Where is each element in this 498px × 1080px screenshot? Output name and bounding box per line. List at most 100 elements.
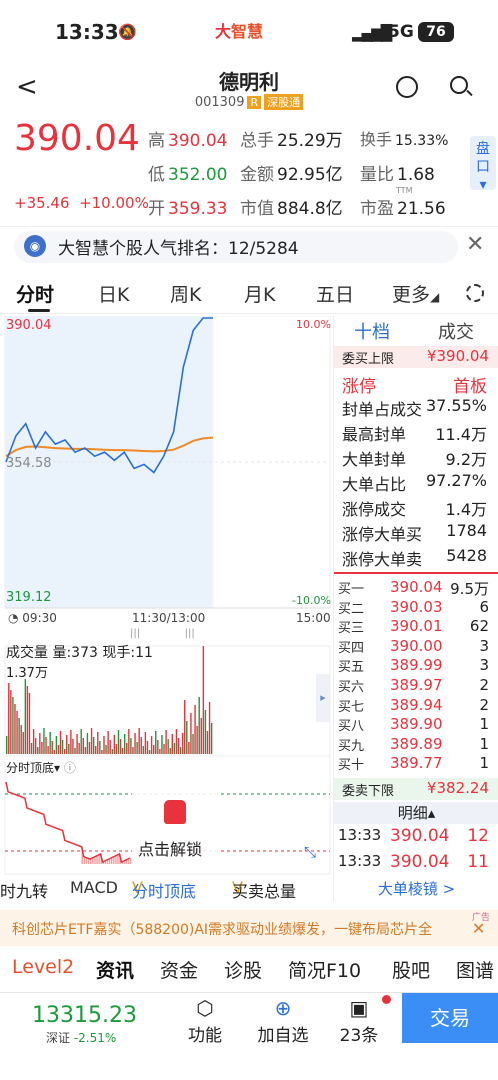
volume-bar [51,741,53,754]
volume-bar [123,734,126,754]
intraday-chart[interactable]: 390.04 354.58 319.12 10.0% -10.0% ◔ 09:3… [0,315,332,878]
volume-bar [26,686,29,754]
time-mid: 11:30/13:00 [132,611,206,625]
big-order-prism-link[interactable]: 大单棱镜 > [334,878,498,899]
bid-level-row[interactable]: 买四 390.00 3 [334,637,498,656]
volume-bar [32,729,35,754]
bid-level-row[interactable]: 买七 389.94 2 [334,696,498,715]
indicator-bar [90,859,92,864]
trade-button[interactable]: 交易 [402,993,498,1043]
volume-bar [14,704,16,754]
seal-stat-row: 涨停大单卖 5428 [342,546,487,569]
volume-bar [161,735,163,754]
tab-daily-k[interactable]: 日K [98,280,129,307]
tab-news[interactable]: 资讯 [96,956,134,983]
bid-level-row[interactable]: 买六 389.97 2 [334,676,498,695]
bid-level-row[interactable]: 买三 390.01 62 [334,617,498,636]
ad-close-icon[interactable]: ✕ [472,919,485,938]
tab-trades[interactable]: 成交 [438,318,474,344]
ad-text[interactable]: 科创芯片ETF嘉实（588200)AI需求驱动业绩爆发，一键布局芯片全 [12,919,452,939]
volume-bar [117,730,120,754]
volume-bar [128,729,130,754]
fullscreen-icon[interactable]: ⤡ [304,843,316,861]
gear-icon[interactable] [466,284,484,302]
volume-bar [39,733,41,754]
indicator-tab-macd[interactable]: MACD [70,878,118,897]
refresh-icon[interactable] [396,76,418,98]
tab-five-day[interactable]: 五日 [316,280,354,307]
pankou-button[interactable]: 盘口 ▾ [470,136,496,193]
tab-graph[interactable]: 图谱 [456,956,494,983]
tab-level2[interactable]: Level2 [12,956,74,978]
indicator-tab-shijiuzhuan[interactable]: 时九转 [0,878,48,902]
bid-level-row[interactable]: 买八 389.90 1 [334,715,498,734]
volume-bar [130,738,132,754]
indicator-bar [113,857,115,864]
volume-bar [113,735,116,754]
chart-tabs: 分时 日K 周K 月K 五日 更多◢ [0,272,498,314]
volume-bar [204,710,207,754]
bid-level-row[interactable]: 买九 389.89 1 [334,735,498,754]
tab-monthly-k[interactable]: 月K [244,280,275,307]
price-change: +35.46 +10.00% [14,194,149,212]
volume-bar [138,728,140,754]
app-logo: 大智慧 [215,22,264,41]
expand-panel-icon[interactable]: ▸ [316,674,330,722]
amount-field: 金额 92.95亿 [240,165,343,185]
owl-icon: ◉ [24,235,46,257]
tab-funds[interactable]: 资金 [160,956,198,983]
search-icon[interactable] [450,76,468,94]
volume-bar [206,731,209,754]
volume-bar [103,736,105,754]
indicator-selector[interactable]: 分时顶底▾ ⓘ [6,759,76,776]
volume-bar [134,733,136,754]
ad-banner[interactable]: 科创芯片ETF嘉实（588200)AI需求驱动业绩爆发，一键布局芯片全 广告 ✕ [0,910,498,946]
bid-level-row[interactable]: 买五 389.99 3 [334,656,498,675]
chart-bottom-price: 319.12 [6,590,52,605]
volume-bar [109,740,111,754]
resize-handle[interactable]: ||| ||| [130,628,195,639]
tab-forum[interactable]: 股吧 [392,956,430,983]
unlock-label[interactable]: 点击解锁 [138,836,202,860]
tab-intraday[interactable]: 分时 [16,280,54,307]
volume-bar [22,732,24,754]
bid-level-row[interactable]: 买十 389.77 1 [334,754,498,773]
detail-header[interactable]: 明细▴ [334,802,498,824]
status-bar: 13:33 🔕 大智慧 ▂▄▆█ 5G 76 [0,0,498,62]
volume-bar [84,747,87,754]
close-icon[interactable]: ✕ [466,232,484,257]
tab-more[interactable]: 更多◢ [392,280,439,307]
volume-bar [188,742,190,754]
time-end: 15:00 [296,611,331,625]
tab-f10[interactable]: 简况F10 [288,956,361,983]
volume-bar [181,733,184,754]
rank-text: 大智慧个股人气排名：12/5284 [58,239,299,259]
volume-bar [202,646,205,754]
status-time: 13:33 [55,20,119,44]
bid-level-row[interactable]: 买二 390.03 6 [334,598,498,617]
popularity-rank-bar[interactable]: ◉ 大智慧个股人气排名：12/5284 ✕ [0,226,498,266]
tab-weekly-k[interactable]: 周K [170,280,201,307]
volume-bar [49,732,51,754]
chart-bottom-pct: -10.0% [292,594,331,607]
volume-bar [70,730,72,754]
volume-bar [150,736,153,754]
volume-bar [190,713,192,754]
lock-icon[interactable] [164,800,186,824]
volume-bar [157,740,159,754]
index-value[interactable]: 13315.23 [32,1003,137,1028]
bid-level-row[interactable]: 买一 390.04 9.5万 [334,578,498,598]
volume-bar [61,740,64,754]
indicator-bar [92,858,94,864]
high-field: 高 390.04 [148,131,228,151]
tab-ten-levels[interactable]: 十档 [354,318,390,344]
plus-circle-icon: ⊕ [274,996,292,1020]
tab-diagnosis[interactable]: 诊股 [224,956,262,983]
add-watchlist-button[interactable]: ⊕ 加自选 [248,995,318,1046]
last-price: 390.04 [14,118,140,159]
function-button[interactable]: ⬡ 功能 [170,995,240,1046]
volume-bar [90,728,93,754]
order-book: 十档 成交 委买上限 ¥390.04 涨停 首板 封单占成交 37.55% 最高封单… [333,316,498,902]
book-divider [334,572,498,574]
chart-top-pct: 10.0% [296,318,331,331]
